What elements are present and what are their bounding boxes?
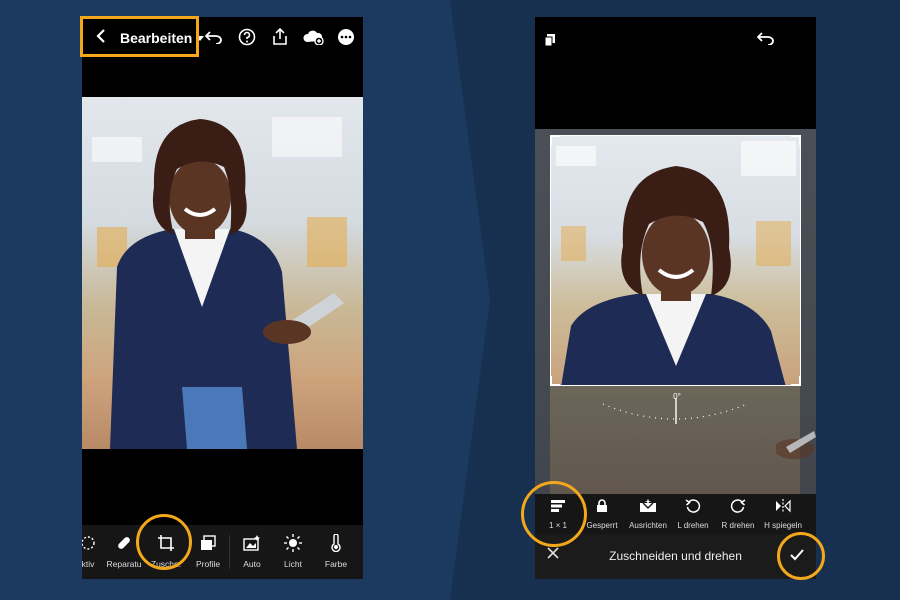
crop-handle-top-right[interactable] [791,136,800,145]
tool-profiles[interactable]: Profile [186,533,230,569]
help-icon[interactable] [236,26,258,48]
highlight-edit-menu [80,16,199,57]
person-illustration [561,166,786,385]
crop-frame[interactable] [550,135,801,386]
tool-auto[interactable]: Auto [230,533,274,569]
tool-flip-horizontal[interactable]: H spiegeln [760,497,806,530]
hand-tablet-illustration [776,431,816,459]
photo-preview [82,97,363,449]
crop-bottom-bar: Zuschneiden und drehen [535,534,816,579]
share-icon[interactable] [269,26,291,48]
rotation-angle: 0° [673,392,681,401]
more-icon[interactable] [335,26,357,48]
tool-straighten[interactable]: Ausrichten [625,497,671,530]
rotate-left-icon [670,497,716,515]
crop-canvas[interactable]: 0° [535,129,816,494]
crop-handle-bottom-left[interactable] [551,376,560,385]
crop-top-bar [535,17,816,129]
crop-title: Zuschneiden und drehen [609,549,742,563]
arrow-separator [450,0,490,600]
cloud-add-icon[interactable] [302,26,324,48]
tool-light[interactable]: Licht [271,533,315,569]
undo-icon[interactable] [203,26,225,48]
person-illustration [110,119,344,449]
undo-icon[interactable] [755,27,777,49]
edit-screen: Bearbeiten ktiv Reparatu Zuschn. Profile… [82,17,363,579]
tool-rotate-right[interactable]: R drehen [715,497,761,530]
auto-icon [230,533,274,553]
highlight-confirm [777,532,825,580]
copy-settings-icon[interactable] [539,29,561,51]
profile-icon [186,533,230,553]
crop-handle-bottom-right[interactable] [791,376,800,385]
rotation-dial[interactable] [535,394,816,444]
auto-straighten-icon [625,497,671,515]
tool-rotate-left[interactable]: L drehen [670,497,716,530]
sun-icon [271,533,315,553]
highlight-aspect-ratio [521,481,587,547]
crop-handle-top-left[interactable] [551,136,560,145]
rotate-right-icon [715,497,761,515]
thermometer-icon [314,533,358,553]
edit-toolbar: ktiv Reparatu Zuschn. Profile Auto Licht… [82,525,363,579]
flip-horizontal-icon [760,497,806,515]
tool-color[interactable]: Farbe [314,533,358,569]
highlight-crop-tool [136,514,192,570]
